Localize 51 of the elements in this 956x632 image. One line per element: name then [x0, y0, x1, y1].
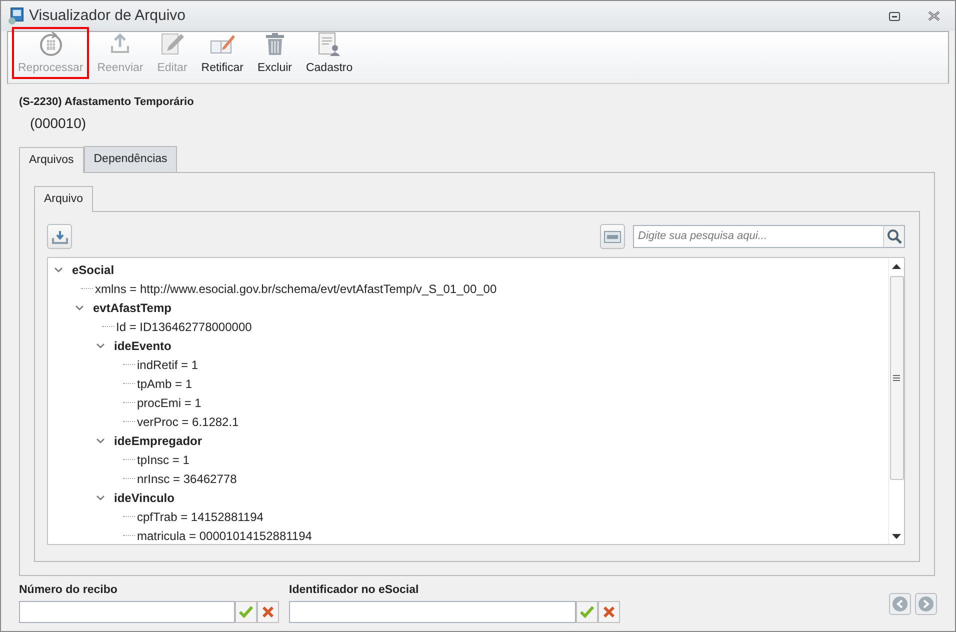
tree-node[interactable]: tpInsc = 1	[137, 450, 190, 468]
tree-node[interactable]: cpfTrab = 14152881194	[137, 508, 264, 526]
tree-node[interactable]: eSocial	[72, 260, 114, 278]
clear-button[interactable]	[257, 601, 279, 623]
tree-node[interactable]: xmlns = http://www.esocial.gov.br/schema/evt/evtAfastTemp/v_S_01_00_00	[95, 280, 497, 298]
tab[interactable]: Dependências	[84, 146, 178, 172]
input-field[interactable]	[19, 601, 235, 623]
tree-node[interactable]: ideEmpregador	[114, 432, 202, 450]
app-icon	[7, 7, 25, 25]
clear-button[interactable]	[598, 601, 620, 623]
check-icon	[580, 606, 594, 618]
tab[interactable]: Arquivo	[34, 186, 93, 212]
input-field[interactable]	[289, 601, 576, 623]
tab[interactable]: Arquivos	[19, 146, 84, 173]
event-code: (000010)	[30, 114, 88, 133]
tree-node[interactable]: nrInsc = 36462778	[137, 470, 237, 488]
xml-icon	[604, 230, 621, 242]
tree-node[interactable]: ideEvento	[114, 336, 172, 354]
check-icon	[239, 606, 253, 618]
toolbar-button[interactable]: Excluir	[251, 26, 298, 79]
close-icon	[262, 606, 274, 618]
field-label: Identificador no eSocial	[289, 582, 420, 598]
tree-node[interactable]: matricula = 00001014152881194	[137, 526, 312, 544]
event-title: (S-2230) Afastamento Temporário	[19, 95, 195, 110]
confirm-button[interactable]	[235, 601, 257, 623]
window-title: Visualizador de Arquivo	[29, 6, 186, 26]
tree-node[interactable]: verProc = 6.1282.1	[137, 412, 239, 430]
close-icon	[603, 606, 615, 618]
search-field[interactable]: Digite sua pesquisa aqui...	[633, 225, 883, 248]
close-button[interactable]	[926, 8, 941, 24]
tree-node[interactable]: indRetif = 1	[137, 356, 198, 374]
xml-button[interactable]	[600, 224, 625, 249]
previous-button[interactable]	[889, 593, 911, 615]
calculator-icon	[38, 30, 64, 57]
grip-icon	[893, 375, 900, 381]
tree-node[interactable]: Id = ID136462778000000	[116, 318, 252, 336]
search-button[interactable]	[883, 225, 905, 248]
field-label: Número do recibo	[19, 582, 118, 598]
scrollbar[interactable]	[888, 258, 904, 544]
toolbar-button[interactable]: Retificar	[195, 26, 250, 79]
scroll-down-icon[interactable]	[892, 534, 901, 538]
tree-node[interactable]: tpAmb = 1	[137, 374, 192, 392]
tree-node[interactable]: evtAfastTemp	[93, 298, 172, 316]
tree-node[interactable]: procEmi = 1	[137, 394, 202, 412]
scroll-up-icon[interactable]	[892, 264, 901, 268]
download-icon	[52, 230, 68, 244]
toolbar-button[interactable]: Cadastro	[300, 26, 359, 79]
next-button[interactable]	[915, 593, 937, 615]
download-button[interactable]	[47, 224, 72, 249]
tree-node[interactable]: ideVinculo	[114, 488, 174, 506]
confirm-button[interactable]	[576, 601, 598, 623]
